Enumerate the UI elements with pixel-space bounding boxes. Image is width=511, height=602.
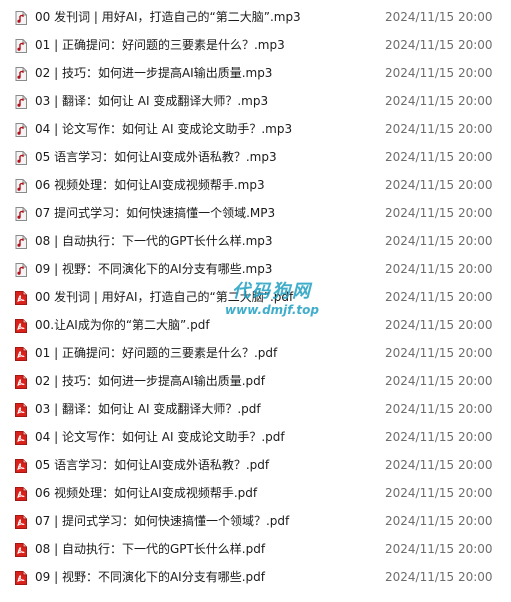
file-name: 05 语言学习：如何让AI变成外语私教？.mp3	[35, 150, 277, 164]
file-modified-date: 2024/11/15 20:00	[385, 122, 493, 136]
pdf-file-icon	[14, 515, 28, 529]
file-name: 07 | 提问式学习：如何快速搞懂一个领域？.pdf	[35, 514, 290, 528]
file-row[interactable]: 00.让AI成为你的“第二大脑”.pdf 2024/11/15 20:00	[0, 311, 511, 339]
file-modified-date: 2024/11/15 20:00	[385, 346, 493, 360]
pdf-file-icon	[14, 403, 28, 417]
file-modified-date: 2024/11/15 20:00	[385, 458, 493, 472]
file-row[interactable]: 07 提问式学习：如何快速搞懂一个领域.MP3 2024/11/15 20:00	[0, 199, 511, 227]
file-modified-date: 2024/11/15 20:00	[385, 514, 493, 528]
file-modified-date: 2024/11/15 20:00	[385, 486, 493, 500]
file-row[interactable]: 00 发刊词 | 用好AI，打造自己的“第二大脑”.mp3 2024/11/15 …	[0, 3, 511, 31]
file-name: 02 | 技巧：如何进一步提高AI输出质量.pdf	[35, 374, 265, 388]
file-modified-date: 2024/11/15 20:00	[385, 262, 493, 276]
file-modified-date: 2024/11/15 20:00	[385, 94, 493, 108]
audio-file-icon	[14, 11, 28, 25]
file-row[interactable]: 09 | 视野：不同演化下的AI分支有哪些.pdf 2024/11/15 20:0…	[0, 563, 511, 591]
file-modified-date: 2024/11/15 20:00	[385, 542, 493, 556]
file-list: 00 发刊词 | 用好AI，打造自己的“第二大脑”.mp3 2024/11/15 …	[0, 3, 511, 591]
file-modified-date: 2024/11/15 20:00	[385, 290, 493, 304]
pdf-file-icon	[14, 571, 28, 585]
file-modified-date: 2024/11/15 20:00	[385, 430, 493, 444]
pdf-file-icon	[14, 375, 28, 389]
file-row[interactable]: 01 | 正确提问：好问题的三要素是什么？.mp3 2024/11/15 20:0…	[0, 31, 511, 59]
audio-file-icon	[14, 39, 28, 53]
file-row[interactable]: 00 发刊词 | 用好AI，打造自己的“第二大脑”.pdf 2024/11/15 …	[0, 283, 511, 311]
file-modified-date: 2024/11/15 20:00	[385, 570, 493, 584]
file-name: 01 | 正确提问：好问题的三要素是什么？.pdf	[35, 346, 278, 360]
file-row[interactable]: 06 视频处理：如何让AI变成视频帮手.pdf 2024/11/15 20:00	[0, 479, 511, 507]
file-name: 06 视频处理：如何让AI变成视频帮手.pdf	[35, 486, 258, 500]
file-row[interactable]: 04 | 论文写作：如何让 AI 变成论文助手？.mp3 2024/11/15 2…	[0, 115, 511, 143]
file-name: 09 | 视野：不同演化下的AI分支有哪些.pdf	[35, 570, 265, 584]
pdf-file-icon	[14, 347, 28, 361]
file-row[interactable]: 04 | 论文写作：如何让 AI 变成论文助手？.pdf 2024/11/15 2…	[0, 423, 511, 451]
file-name: 02 | 技巧：如何进一步提高AI输出质量.mp3	[35, 66, 273, 80]
pdf-file-icon	[14, 431, 28, 445]
file-modified-date: 2024/11/15 20:00	[385, 234, 493, 248]
file-row[interactable]: 02 | 技巧：如何进一步提高AI输出质量.mp3 2024/11/15 20:0…	[0, 59, 511, 87]
file-row[interactable]: 09 | 视野：不同演化下的AI分支有哪些.mp3 2024/11/15 20:0…	[0, 255, 511, 283]
file-modified-date: 2024/11/15 20:00	[385, 178, 493, 192]
pdf-file-icon	[14, 291, 28, 305]
file-row[interactable]: 07 | 提问式学习：如何快速搞懂一个领域？.pdf 2024/11/15 20:…	[0, 507, 511, 535]
file-modified-date: 2024/11/15 20:00	[385, 206, 493, 220]
file-name: 09 | 视野：不同演化下的AI分支有哪些.mp3	[35, 262, 273, 276]
file-row[interactable]: 03 | 翻译：如何让 AI 变成翻译大师？.mp3 2024/11/15 20:…	[0, 87, 511, 115]
pdf-file-icon	[14, 319, 28, 333]
file-name: 08 | 自动执行：下一代的GPT长什么样.mp3	[35, 234, 273, 248]
file-name: 05 语言学习：如何让AI变成外语私教？.pdf	[35, 458, 270, 472]
pdf-file-icon	[14, 459, 28, 473]
audio-file-icon	[14, 67, 28, 81]
file-modified-date: 2024/11/15 20:00	[385, 150, 493, 164]
file-row[interactable]: 02 | 技巧：如何进一步提高AI输出质量.pdf 2024/11/15 20:0…	[0, 367, 511, 395]
file-name: 01 | 正确提问：好问题的三要素是什么？.mp3	[35, 38, 285, 52]
file-row[interactable]: 08 | 自动执行：下一代的GPT长什么样.mp3 2024/11/15 20:0…	[0, 227, 511, 255]
file-row[interactable]: 08 | 自动执行：下一代的GPT长什么样.pdf 2024/11/15 20:0…	[0, 535, 511, 563]
file-modified-date: 2024/11/15 20:00	[385, 38, 493, 52]
file-modified-date: 2024/11/15 20:00	[385, 66, 493, 80]
file-row[interactable]: 06 视频处理：如何让AI变成视频帮手.mp3 2024/11/15 20:00	[0, 171, 511, 199]
file-row[interactable]: 05 语言学习：如何让AI变成外语私教？.pdf 2024/11/15 20:00	[0, 451, 511, 479]
file-name: 04 | 论文写作：如何让 AI 变成论文助手？.mp3	[35, 122, 293, 136]
file-name: 00.让AI成为你的“第二大脑”.pdf	[35, 318, 210, 332]
file-name: 00 发刊词 | 用好AI，打造自己的“第二大脑”.pdf	[35, 290, 294, 304]
audio-file-icon	[14, 263, 28, 277]
file-name: 03 | 翻译：如何让 AI 变成翻译大师？.pdf	[35, 402, 261, 416]
audio-file-icon	[14, 207, 28, 221]
file-name: 06 视频处理：如何让AI变成视频帮手.mp3	[35, 178, 265, 192]
audio-file-icon	[14, 123, 28, 137]
audio-file-icon	[14, 235, 28, 249]
file-modified-date: 2024/11/15 20:00	[385, 318, 493, 332]
pdf-file-icon	[14, 487, 28, 501]
audio-file-icon	[14, 151, 28, 165]
audio-file-icon	[14, 95, 28, 109]
file-name: 04 | 论文写作：如何让 AI 变成论文助手？.pdf	[35, 430, 285, 444]
file-row[interactable]: 03 | 翻译：如何让 AI 变成翻译大师？.pdf 2024/11/15 20:…	[0, 395, 511, 423]
audio-file-icon	[14, 179, 28, 193]
file-modified-date: 2024/11/15 20:00	[385, 374, 493, 388]
file-name: 07 提问式学习：如何快速搞懂一个领域.MP3	[35, 206, 276, 220]
file-name: 00 发刊词 | 用好AI，打造自己的“第二大脑”.mp3	[35, 10, 301, 24]
file-modified-date: 2024/11/15 20:00	[385, 402, 493, 416]
file-name: 08 | 自动执行：下一代的GPT长什么样.pdf	[35, 542, 266, 556]
file-modified-date: 2024/11/15 20:00	[385, 10, 493, 24]
file-row[interactable]: 01 | 正确提问：好问题的三要素是什么？.pdf 2024/11/15 20:0…	[0, 339, 511, 367]
file-name: 03 | 翻译：如何让 AI 变成翻译大师？.mp3	[35, 94, 269, 108]
pdf-file-icon	[14, 543, 28, 557]
file-row[interactable]: 05 语言学习：如何让AI变成外语私教？.mp3 2024/11/15 20:00	[0, 143, 511, 171]
